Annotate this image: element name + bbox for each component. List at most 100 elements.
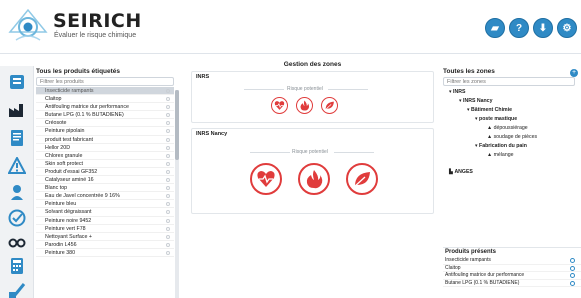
download-icon: ⬇	[538, 23, 548, 34]
rail-glasses-button[interactable]	[7, 232, 27, 252]
environment-hazard-button[interactable]	[321, 97, 338, 114]
tree-node-label: Bâtiment Chimie	[471, 107, 512, 113]
list-item[interactable]: Claitop	[443, 265, 581, 272]
rail-check-button[interactable]	[7, 208, 27, 228]
tree-node-label: Fabrication du pain	[479, 143, 527, 149]
list-item[interactable]: Peinture pipolain	[36, 127, 174, 136]
divider	[244, 89, 284, 90]
glasses-icon	[8, 238, 26, 248]
list-item[interactable]: Peinture bleu	[36, 200, 174, 209]
flame-icon	[306, 170, 323, 189]
rail-products-button[interactable]	[7, 72, 27, 92]
zones-tree: ▾ INRS ▾ INRS Nancy ▾ Bâtiment Chimie ▾ …	[449, 88, 575, 177]
remove-icon[interactable]	[570, 265, 575, 271]
remove-icon[interactable]	[570, 280, 575, 286]
tree-node[interactable]: ▙ ANGES	[449, 168, 575, 177]
products-panel-title: Tous les produits étiquetés	[36, 68, 121, 75]
help-icon: ?	[515, 23, 523, 34]
folder-icon: ▰	[491, 23, 499, 34]
list-item[interactable]: Antifouling matrice dur performance	[443, 272, 581, 280]
tree-node[interactable]: ▾ INRS Nancy	[449, 97, 575, 106]
list-item[interactable]: Catalyseur aminé 16	[36, 176, 174, 185]
remove-icon[interactable]	[570, 273, 575, 278]
list-item[interactable]: Butane LPG (0.1 % BUTADIENE)	[443, 280, 581, 287]
list-item[interactable]: Claitop	[36, 95, 174, 104]
rail-risks-button[interactable]	[7, 156, 27, 176]
risk-potential-label: Risque potentiel	[292, 149, 328, 155]
zones-management-panel: Gestion des zones INRS Risque potentiel …	[188, 54, 437, 298]
fire-hazard-button[interactable]	[296, 97, 313, 114]
flame-icon	[300, 100, 310, 111]
heart-health-icon	[257, 171, 275, 187]
worker-icon	[11, 185, 23, 200]
products-scrollbar-thumb[interactable]	[175, 90, 179, 160]
list-item[interactable]: produit test fabricant	[36, 136, 174, 144]
list-item[interactable]: Chlorex granule	[36, 152, 174, 160]
list-item[interactable]: Eau de Javel concentrée 9 16%	[36, 192, 174, 201]
leaf-icon	[353, 172, 370, 188]
tree-node[interactable]: ▾ INRS	[449, 88, 575, 97]
list-item[interactable]: Produit d'essai GF352	[36, 168, 174, 177]
rail-zones-button[interactable]	[7, 100, 27, 120]
tree-node[interactable]: ▲ mélange	[449, 151, 575, 160]
download-button[interactable]: ⬇	[533, 18, 553, 38]
products-filter-input[interactable]	[36, 77, 174, 86]
page-title: Gestion des zones	[283, 61, 342, 68]
app-tagline: Évaluer le risque chimique	[54, 32, 137, 39]
tree-node[interactable]: ▾ poste mastique	[449, 115, 575, 124]
present-products-panel: Produits présents Insecticide rampants C…	[443, 247, 581, 298]
tree-node[interactable]: ▾ Fabrication du pain	[449, 142, 575, 151]
app-window: SEIRICH Évaluer le risque chimique ▰ ? ⬇…	[0, 0, 581, 298]
zone-name: INRS	[196, 74, 210, 80]
rail-calculator-button[interactable]	[7, 256, 27, 276]
fire-hazard-button[interactable]	[298, 163, 330, 195]
list-item[interactable]: Hellor 20D	[36, 144, 174, 152]
settings-button[interactable]: ⚙	[557, 18, 577, 38]
worker-icon: ▲	[487, 134, 494, 140]
list-item[interactable]: Insecticide rampants	[36, 87, 174, 96]
edit-check-icon	[9, 283, 26, 298]
tree-node-label: INRS	[453, 89, 466, 95]
tree-node-label: INRS Nancy	[463, 98, 493, 104]
zone-card[interactable]: INRS Risque potentiel	[191, 71, 434, 123]
health-hazard-button[interactable]	[250, 163, 282, 195]
products-scrollbar[interactable]	[175, 90, 179, 298]
environment-hazard-button[interactable]	[346, 163, 378, 195]
present-products-title: Produits présents	[445, 249, 497, 255]
help-button[interactable]: ?	[509, 18, 529, 38]
risk-potential-label: Risque potentiel	[287, 86, 323, 92]
list-item[interactable]: Parodin L456	[36, 241, 174, 249]
list-item[interactable]: Solvant dégraissant	[36, 208, 174, 217]
zone-name: INRS Nancy	[196, 131, 228, 137]
worker-icon: ▲	[487, 152, 494, 158]
add-zone-button[interactable]: +	[570, 69, 578, 77]
list-item[interactable]: Insecticide rampants	[443, 257, 581, 265]
divider	[328, 89, 368, 90]
folder-button[interactable]: ▰	[485, 18, 505, 38]
rail-documents-button[interactable]	[7, 128, 27, 148]
factory-icon	[9, 104, 23, 117]
heart-health-icon	[274, 101, 285, 110]
check-icon	[8, 209, 26, 227]
rail-edit-button[interactable]	[7, 280, 27, 298]
divider	[334, 152, 374, 153]
list-item[interactable]: Créosote	[36, 119, 174, 128]
list-item[interactable]: Peinture noire 9452	[36, 217, 174, 225]
warning-icon	[8, 157, 26, 174]
list-item[interactable]: Peinture 380	[36, 249, 174, 257]
tree-node[interactable]: ▲ soudage de pièces	[449, 133, 575, 142]
tree-node[interactable]: ▾ Bâtiment Chimie	[449, 106, 575, 115]
list-item[interactable]: Peinture vert F78	[36, 225, 174, 233]
list-item[interactable]: Antifouling matrice dur performance	[36, 103, 174, 112]
settings-icon: ⚙	[562, 23, 572, 34]
tree-node[interactable]: ▲ dépoussiérage	[449, 124, 575, 133]
zone-card[interactable]: INRS Nancy Risque potentiel	[191, 128, 434, 214]
list-item[interactable]: Butane LPG (0.1 % BUTADIENE)	[36, 111, 174, 120]
zones-filter-input[interactable]	[443, 77, 575, 86]
health-hazard-button[interactable]	[271, 97, 288, 114]
rail-worker-button[interactable]	[7, 182, 27, 202]
remove-icon[interactable]	[570, 258, 575, 263]
list-item[interactable]: Blanc top	[36, 184, 174, 193]
list-item[interactable]: Nettoyant Surface +	[36, 233, 174, 241]
list-item[interactable]: Skin soft protect	[36, 160, 174, 168]
